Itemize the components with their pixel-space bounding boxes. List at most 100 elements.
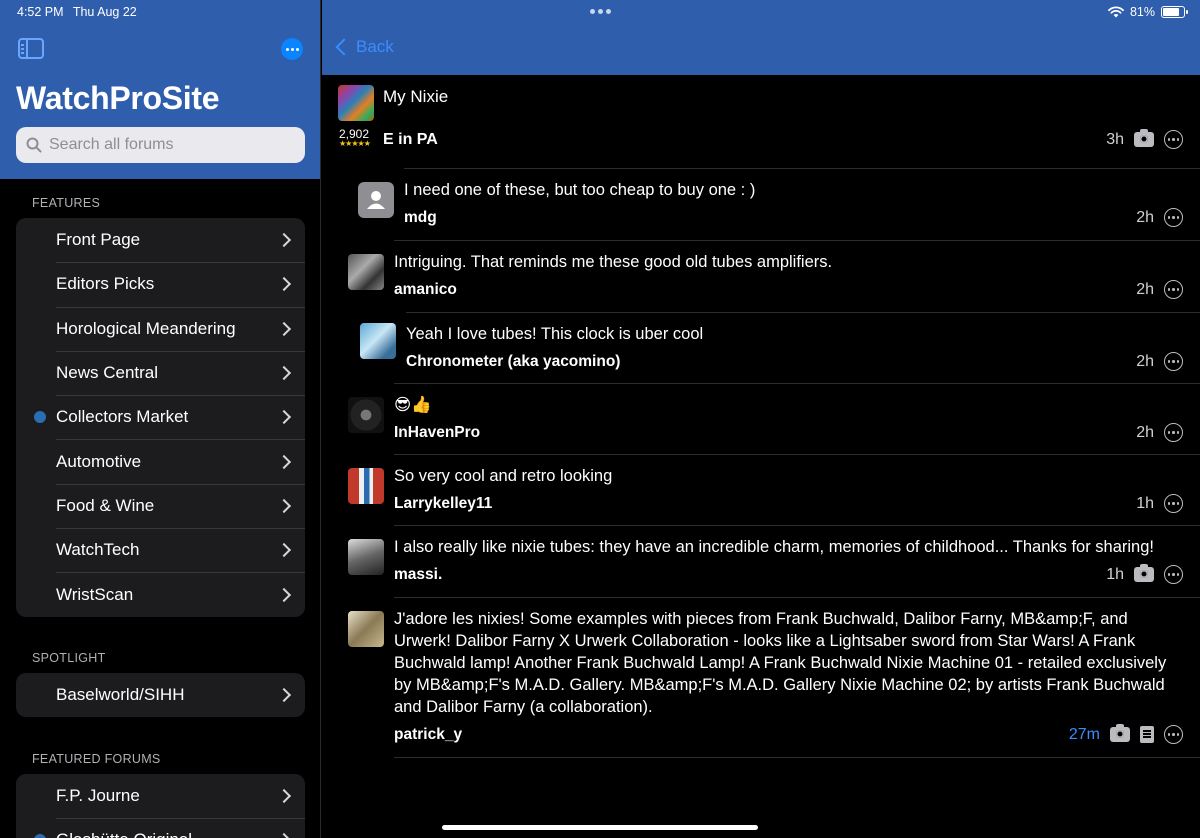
search-bar[interactable] (16, 127, 305, 163)
reply-avatar[interactable] (348, 254, 384, 290)
reply-avatar[interactable] (360, 323, 396, 359)
more-icon[interactable] (1164, 130, 1183, 149)
post-author[interactable]: E in PA (383, 131, 438, 149)
reply-separator (394, 454, 1200, 455)
sidebar-item-automotive[interactable]: Automotive (16, 439, 305, 483)
sidebar-item-label: Front Page (56, 230, 141, 250)
reply-avatar[interactable] (348, 468, 384, 504)
search-input[interactable] (49, 136, 289, 154)
reply-item[interactable]: Yeah I love tubes! This clock is uber co… (322, 312, 1200, 383)
more-icon[interactable] (1164, 423, 1183, 442)
unread-dot-icon (34, 834, 46, 838)
sidebar-item-collectors-market[interactable]: Collectors Market (16, 395, 305, 439)
battery-level (1163, 8, 1180, 16)
camera-icon[interactable] (1134, 129, 1154, 147)
author-avatar[interactable] (338, 85, 374, 121)
post-time: 3h (1106, 130, 1124, 148)
search-icon (26, 137, 42, 153)
reply-meta: 1h (1106, 564, 1183, 584)
camera-icon[interactable] (1110, 724, 1130, 742)
home-indicator[interactable] (442, 825, 758, 830)
sidebar-header: 4:52 PM Thu Aug 22 WatchProSite (0, 0, 320, 179)
chevron-right-icon (276, 789, 292, 804)
reply-avatar[interactable] (348, 539, 384, 575)
document-icon[interactable] (1140, 726, 1154, 743)
multitasking-dots-icon[interactable] (590, 9, 611, 14)
sidebar-item-label: Editors Picks (56, 274, 155, 294)
reply-author[interactable]: patrick_y (394, 726, 462, 744)
more-icon[interactable] (1164, 280, 1183, 299)
chevron-right-icon (276, 454, 292, 469)
reply-text: I need one of these, but too cheap to bu… (404, 181, 756, 199)
reply-time: 2h (1136, 208, 1154, 226)
sidebar-toggle-icon[interactable] (18, 38, 44, 59)
reply-text: Yeah I love tubes! This clock is uber co… (406, 325, 704, 343)
battery-percent: 81% (1129, 5, 1155, 19)
reply-item[interactable]: Intriguing. That reminds me these good o… (322, 240, 1200, 312)
sidebar-item-f-p-journe[interactable]: F.P. Journe (16, 774, 305, 818)
reply-author[interactable]: Chronometer (aka yacomino) (406, 353, 620, 371)
unread-dot-icon (34, 411, 46, 424)
back-button[interactable]: Back (334, 37, 394, 57)
reply-time: 1h (1136, 494, 1154, 512)
sidebar: 4:52 PM Thu Aug 22 WatchProSite FEATURES… (0, 0, 321, 838)
reply-meta: 2h (1136, 280, 1183, 299)
reply-item[interactable]: I also really like nixie tubes: they hav… (322, 525, 1200, 597)
reply-avatar[interactable] (358, 182, 394, 218)
more-icon[interactable] (1164, 208, 1183, 227)
reply-text: So very cool and retro looking (394, 467, 613, 485)
status-time: 4:52 PM (17, 5, 64, 19)
reply-avatar[interactable] (348, 611, 384, 647)
chevron-right-icon (276, 543, 292, 558)
status-bar-right: 81% (1108, 5, 1188, 19)
sidebar-item-horological-meandering[interactable]: Horological Meandering (16, 306, 305, 351)
sidebar-item-food-wine[interactable]: Food & Wine (16, 483, 305, 528)
more-icon[interactable] (1164, 352, 1183, 371)
sidebar-item-watchtech[interactable]: WatchTech (16, 528, 305, 572)
reply-author[interactable]: massi. (394, 566, 442, 584)
sidebar-item-wristscan[interactable]: WristScan (16, 572, 305, 616)
sidebar-item-editors-picks[interactable]: Editors Picks (16, 262, 305, 306)
section-label-spotlight: SPOTLIGHT (32, 651, 106, 665)
reply-time: 27m (1068, 725, 1100, 743)
reply-separator (404, 168, 1200, 169)
reply-author[interactable]: mdg (404, 209, 437, 227)
reply-separator (394, 597, 1200, 598)
sidebar-item-label: Horological Meandering (56, 318, 236, 338)
reply-avatar[interactable] (348, 397, 384, 433)
post-title: My Nixie (383, 87, 449, 106)
chevron-right-icon (276, 498, 292, 513)
reply-item[interactable]: 😎👍 InHavenPro 2h (322, 383, 1200, 454)
reply-item[interactable]: I need one of these, but too cheap to bu… (322, 168, 1200, 240)
features-list: Front Page Editors Picks Horological Meand… (16, 218, 305, 617)
sidebar-item-front-page[interactable]: Front Page (16, 218, 305, 262)
reply-author[interactable]: amanico (394, 281, 457, 299)
reply-meta: 27m (1068, 724, 1183, 744)
more-icon[interactable] (1164, 565, 1183, 584)
camera-icon[interactable] (1134, 564, 1154, 582)
featured-forums-list: F.P. Journe Glashütte Original (16, 774, 305, 838)
more-icon[interactable] (1164, 494, 1183, 513)
sidebar-item-baselworld-sihh[interactable]: Baselworld/SIHH (16, 673, 305, 717)
section-label-featured-forums: FEATURED FORUMS (32, 752, 161, 766)
reply-separator (394, 383, 1200, 384)
sidebar-item-label: WristScan (56, 584, 134, 604)
reply-separator (406, 312, 1200, 313)
reply-item[interactable]: So very cool and retro looking Larrykelle… (322, 454, 1200, 525)
reply-separator (394, 757, 1200, 758)
chevron-right-icon (276, 321, 292, 336)
reply-item[interactable]: J'adore les nixies! Some examples with p… (322, 597, 1200, 757)
battery-icon (1161, 6, 1188, 18)
status-bar-left: 4:52 PM Thu Aug 22 (17, 5, 143, 19)
sidebar-item-news-central[interactable]: News Central (16, 350, 305, 395)
reply-author[interactable]: Larrykelley11 (394, 495, 492, 513)
more-icon[interactable] (1164, 725, 1183, 744)
reply-time: 2h (1136, 280, 1154, 298)
sidebar-item-label: Automotive (56, 451, 142, 471)
navigation-bar: 81% Back (322, 0, 1200, 75)
more-options-icon[interactable] (281, 38, 303, 60)
reply-author[interactable]: InHavenPro (394, 424, 480, 442)
reply-time: 1h (1106, 565, 1124, 583)
reply-text: Intriguing. That reminds me these good o… (394, 253, 833, 271)
sidebar-item-glash-tte-original[interactable]: Glashütte Original (16, 818, 305, 838)
